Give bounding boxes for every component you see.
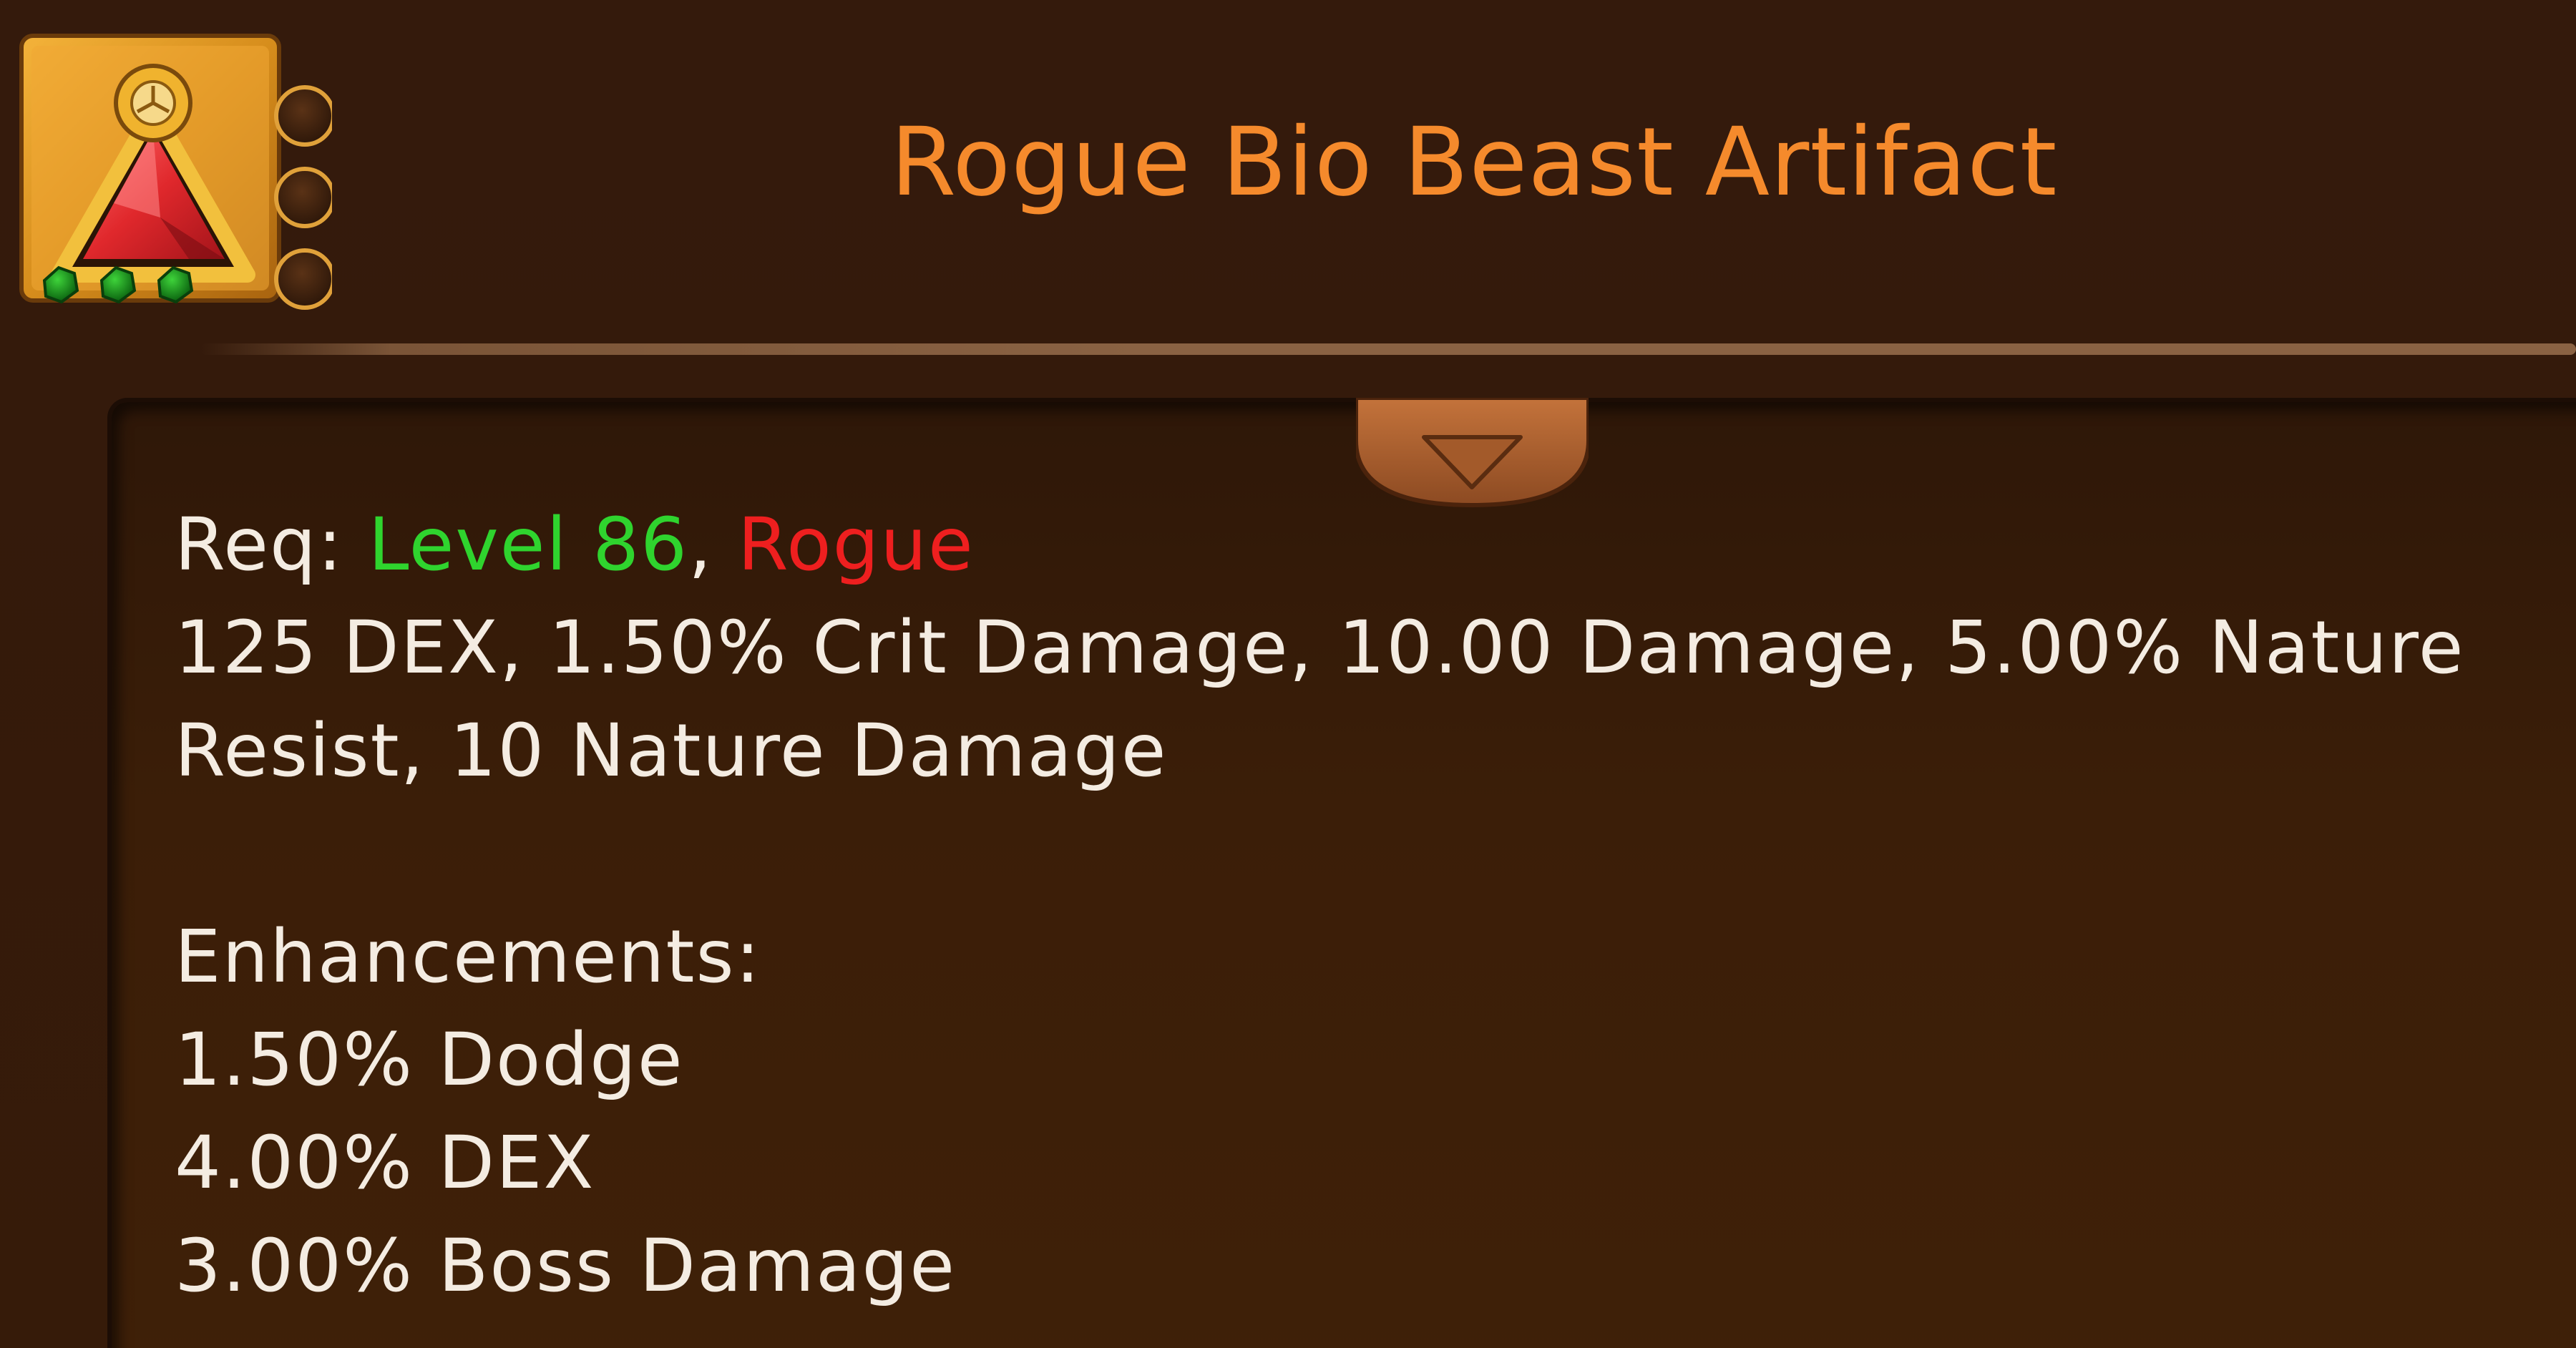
required-class: Rogue	[737, 502, 975, 587]
required-level: Level 86	[368, 502, 689, 587]
item-title: Rogue Bio Beast Artifact	[890, 107, 2058, 218]
header-divider	[200, 343, 2576, 355]
enhancement-item: 3.00% Boss Damage	[175, 1224, 956, 1309]
artifact-item-icon[interactable]	[17, 31, 336, 311]
enhancement-item: 4.00% DEX	[175, 1120, 595, 1206]
item-description: Req: Level 86, Rogue 125 DEX, 1.50% Crit…	[175, 494, 2536, 1318]
requirements-separator: ,	[688, 502, 738, 587]
requirements-label: Req:	[175, 502, 369, 587]
enhancements-heading: Enhancements:	[175, 914, 761, 1000]
tooltip-header: Rogue Bio Beast Artifact	[0, 0, 2576, 372]
item-tooltip: Rogue Bio Beast Artifact Req: Level 86, …	[0, 0, 2576, 1348]
stats-line-2: Resist, 10 Nature Damage	[175, 708, 1168, 793]
requirements-line: Req: Level 86, Rogue	[175, 494, 2536, 597]
stats-line-1: 125 DEX, 1.50% Crit Damage, 10.00 Damage…	[175, 605, 2465, 690]
enhancement-item: 1.50% Dodge	[175, 1017, 684, 1103]
